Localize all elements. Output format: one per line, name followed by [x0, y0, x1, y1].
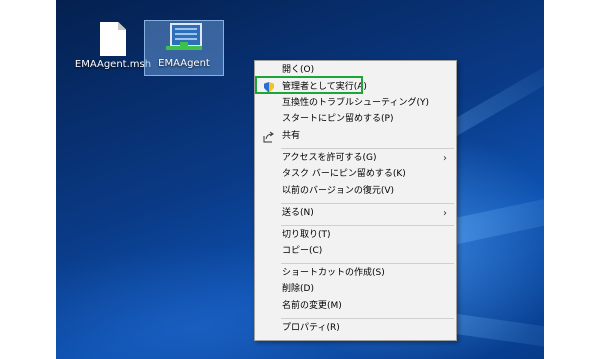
menu-item-troubleshoot-compatibility[interactable]: 互換性のトラブルシューティング(Y): [256, 96, 455, 111]
menu-item-restore-previous-versions[interactable]: 以前のバージョンの復元(V): [256, 184, 455, 199]
menu-item-label: スタートにピン留めする(P): [282, 114, 394, 124]
menu-item-label: プロパティ(R): [282, 323, 340, 333]
menu-separator: [281, 263, 454, 264]
menu-item-label: 開く(O): [282, 65, 315, 75]
menu-item-delete[interactable]: 削除(D): [256, 282, 455, 297]
menu-item-pin-to-start[interactable]: スタートにピン留めする(P): [256, 112, 455, 127]
menu-item-label: 名前の変更(M): [282, 301, 342, 311]
document-icon: [100, 22, 126, 56]
menu-item-label: ショートカットの作成(S): [282, 268, 385, 278]
share-icon: [263, 131, 275, 143]
menu-item-run-as-admin[interactable]: 管理者として実行(A): [256, 80, 455, 95]
menu-item-share[interactable]: 共有: [256, 129, 455, 144]
menu-item-copy[interactable]: コピー(C): [256, 244, 455, 259]
uac-shield-icon: [263, 82, 275, 94]
desktop-icon-emaagent-msh[interactable]: EMAAgent.msh: [74, 22, 152, 71]
menu-item-label: アクセスを許可する(G): [282, 153, 377, 163]
menu-item-label: タスク バーにピン留めする(K): [282, 169, 406, 179]
menu-item-send-to[interactable]: 送る(N) ›: [256, 206, 455, 221]
menu-item-rename[interactable]: 名前の変更(M): [256, 299, 455, 314]
desktop-icon-emaagent-selected[interactable]: EMAAgent: [144, 20, 224, 76]
chevron-right-icon: ›: [443, 153, 447, 164]
menu-separator: [281, 203, 454, 204]
desktop-icon-label: EMAAgent: [158, 58, 210, 69]
context-menu: 開く(O) 管理者として実行(A) 互換性のトラブルシューティング(Y) スター…: [254, 60, 457, 341]
desktop-icon-label: EMAAgent.msh: [74, 59, 152, 70]
menu-item-pin-to-taskbar[interactable]: タスク バーにピン留めする(K): [256, 167, 455, 182]
menu-item-label: 互換性のトラブルシューティング(Y): [282, 98, 429, 108]
menu-separator: [281, 148, 454, 149]
menu-item-label: 以前のバージョンの復元(V): [282, 186, 394, 196]
menu-item-label: 管理者として実行(A): [282, 82, 367, 92]
menu-item-open[interactable]: 開く(O): [256, 63, 455, 78]
menu-item-label: 削除(D): [282, 284, 314, 294]
network-drive-icon: [164, 21, 204, 55]
menu-item-label: コピー(C): [282, 246, 323, 256]
menu-separator: [281, 225, 454, 226]
menu-item-label: 切り取り(T): [282, 230, 331, 240]
menu-item-label: 送る(N): [282, 208, 314, 218]
menu-item-cut[interactable]: 切り取り(T): [256, 228, 455, 243]
menu-item-properties[interactable]: プロパティ(R): [256, 321, 455, 336]
menu-separator: [281, 318, 454, 319]
menu-item-label: 共有: [282, 131, 301, 141]
menu-item-create-shortcut[interactable]: ショートカットの作成(S): [256, 266, 455, 281]
chevron-right-icon: ›: [443, 208, 447, 219]
menu-item-give-access[interactable]: アクセスを許可する(G) ›: [256, 151, 455, 166]
